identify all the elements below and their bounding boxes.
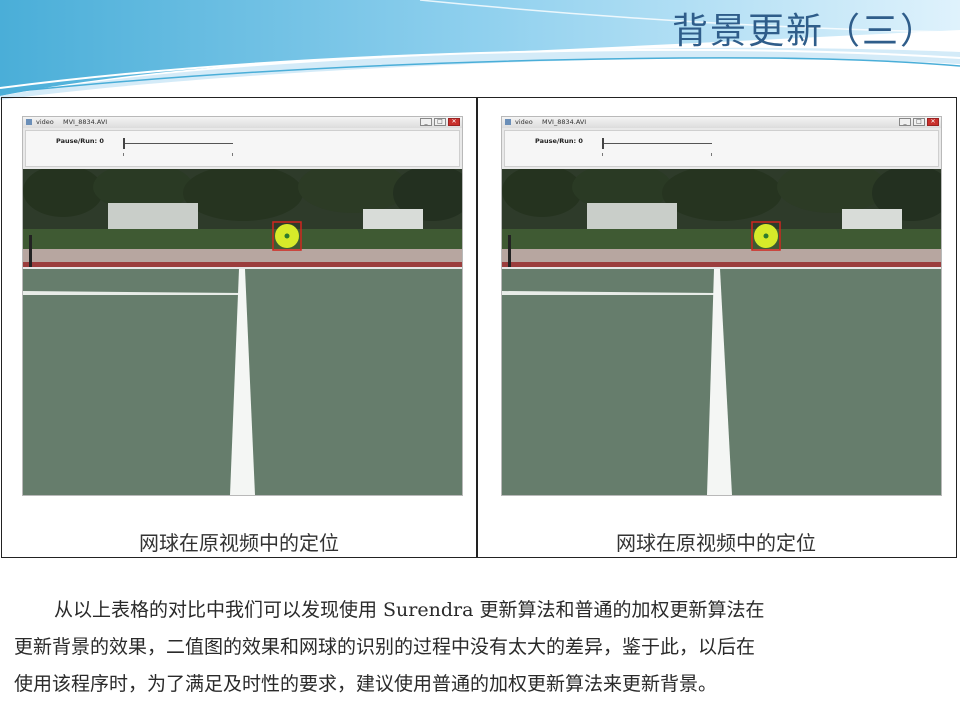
window-filename: MVI_8834.AVI [542, 118, 587, 126]
maximize-button[interactable]: □ [434, 118, 446, 126]
body-line: 更新背景的效果，二值图的效果和网球的识别的过程中没有太大的差异，鉴于此，以后在 [14, 636, 756, 658]
app-icon [26, 119, 32, 125]
trackbar-panel: Pause/Run: 0 [25, 130, 460, 167]
close-button[interactable]: ✕ [927, 118, 939, 126]
window-titlebar[interactable]: video MVI_8834.AVI _ □ ✕ [23, 117, 462, 128]
trackbar-track[interactable] [602, 143, 712, 144]
table-caption: 网球在原视频中的定位 [139, 531, 339, 555]
video-frame [502, 169, 941, 495]
window-title: video [36, 118, 54, 126]
body-line: 从以上表格的对比中我们可以发现使用 Surendra 更新算法和普通的加权更新算… [54, 599, 765, 621]
table-cell-left: video MVI_8834.AVI _ □ ✕ Pause/Run: 0 网球… [1, 97, 477, 558]
video-frame [23, 169, 462, 495]
trackbar-thumb[interactable] [123, 138, 125, 149]
body-paragraph: 从以上表格的对比中我们可以发现使用 Surendra 更新算法和普通的加权更新算… [14, 592, 950, 703]
trackbar-tick [232, 153, 233, 156]
trackbar-track[interactable] [123, 143, 233, 144]
trackbar-label: Pause/Run: 0 [56, 137, 104, 145]
slide-title: 背景更新（三） [671, 11, 938, 52]
video-window: video MVI_8834.AVI _ □ ✕ Pause/Run: 0 [22, 116, 463, 496]
window-title: video [515, 118, 533, 126]
trackbar-label: Pause/Run: 0 [535, 137, 583, 145]
trackbar-tick [602, 153, 603, 156]
trackbar-thumb[interactable] [602, 138, 604, 149]
window-titlebar[interactable]: video MVI_8834.AVI _ □ ✕ [502, 117, 941, 128]
trackbar-tick [711, 153, 712, 156]
table-caption: 网球在原视频中的定位 [616, 531, 816, 555]
maximize-button[interactable]: □ [913, 118, 925, 126]
window-filename: MVI_8834.AVI [63, 118, 108, 126]
app-icon [505, 119, 511, 125]
minimize-button[interactable]: _ [899, 118, 911, 126]
video-window: video MVI_8834.AVI _ □ ✕ Pause/Run: 0 [501, 116, 942, 496]
minimize-button[interactable]: _ [420, 118, 432, 126]
body-line: 使用该程序时，为了满足及时性的要求，建议使用普通的加权更新算法来更新背景。 [14, 673, 718, 695]
close-button[interactable]: ✕ [448, 118, 460, 126]
table-cell-right: video MVI_8834.AVI _ □ ✕ Pause/Run: 0 网球… [478, 97, 954, 558]
trackbar-tick [123, 153, 124, 156]
trackbar-panel: Pause/Run: 0 [504, 130, 939, 167]
